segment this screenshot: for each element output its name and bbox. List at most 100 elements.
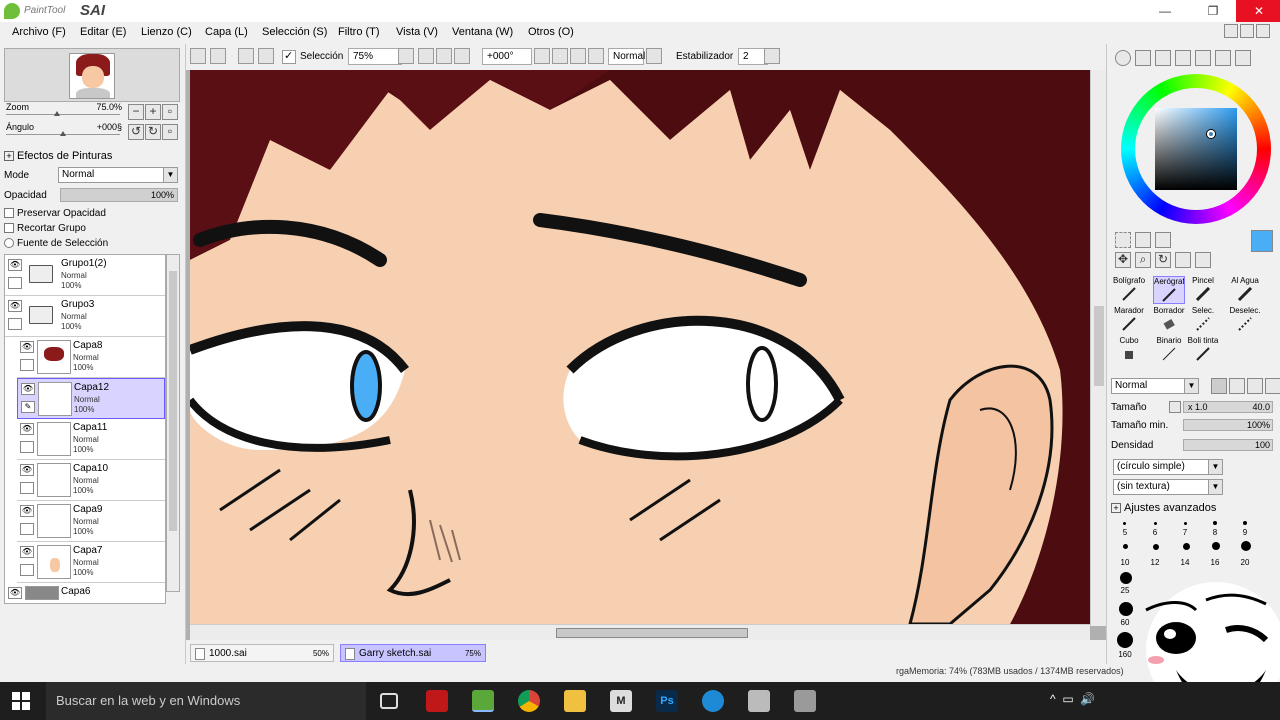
- density-slider[interactable]: 100: [1183, 439, 1273, 451]
- angle-combo[interactable]: +000°: [482, 48, 532, 65]
- rotate-left-button[interactable]: ↺: [128, 124, 144, 140]
- eyedropper-icon[interactable]: [1195, 252, 1211, 268]
- pen-icon[interactable]: ✎: [21, 401, 35, 413]
- lock-icon[interactable]: [8, 318, 22, 330]
- paint-effects-header[interactable]: + Efectos de Pinturas: [4, 150, 112, 162]
- hand-icon[interactable]: [1175, 252, 1191, 268]
- redo-icon[interactable]: [210, 48, 226, 64]
- layer-list-scrollbar[interactable]: [166, 254, 180, 592]
- layer-item[interactable]: 👁 Capa9 Normal 100%: [17, 501, 165, 542]
- brush-shape-select[interactable]: (círculo simple) ▼: [1113, 459, 1223, 475]
- photoshop-icon[interactable]: Ps: [656, 690, 678, 712]
- brush-size-preset[interactable]: 20: [1233, 558, 1257, 567]
- tool-deselect-brush[interactable]: Deselec.: [1229, 306, 1261, 334]
- lasso-icon[interactable]: [1135, 232, 1151, 248]
- m-app-icon[interactable]: M: [610, 690, 632, 712]
- undo-icon[interactable]: [190, 48, 206, 64]
- brush-texture-select[interactable]: (sin textura) ▼: [1113, 479, 1223, 495]
- invert-selection-icon[interactable]: [258, 48, 274, 64]
- layer-item[interactable]: 👁 Grupo1(2) Normal 100%: [5, 255, 165, 296]
- layer-item[interactable]: 👁 Grupo3 Normal 100%: [5, 296, 165, 337]
- tool-binary[interactable]: Binario: [1153, 336, 1185, 364]
- brush-size-slider[interactable]: x 1.0 40.0: [1183, 401, 1273, 413]
- layout-button-3[interactable]: [1256, 24, 1270, 38]
- color-wheel-mode-icon[interactable]: [1115, 50, 1131, 66]
- eye-icon[interactable]: 👁: [20, 546, 34, 558]
- brush-shape-soft-icon[interactable]: [1229, 378, 1245, 394]
- lock-icon[interactable]: [20, 523, 34, 535]
- windows-start-icon[interactable]: [12, 692, 30, 710]
- brush-size-preset[interactable]: 25: [1113, 586, 1137, 595]
- canvas-horizontal-scrollbar[interactable]: [190, 624, 1090, 640]
- swatches-icon[interactable]: [1195, 50, 1211, 66]
- painttool-sai-icon[interactable]: [472, 690, 494, 712]
- eye-icon[interactable]: 👁: [20, 423, 34, 435]
- layout-button-1[interactable]: [1224, 24, 1238, 38]
- layout-button-2[interactable]: [1240, 24, 1254, 38]
- menu-lienzo[interactable]: Lienzo (C): [141, 26, 192, 38]
- brush-size-preset[interactable]: 6: [1143, 528, 1167, 537]
- tool-watercolor[interactable]: Al Agua: [1229, 276, 1261, 304]
- rgb-slider-icon[interactable]: [1135, 50, 1151, 66]
- zoom-in-icon[interactable]: [436, 48, 452, 64]
- file-explorer-icon[interactable]: [564, 690, 586, 712]
- layer-item-selected[interactable]: 👁 ✎ Capa12 Normal 100%: [17, 378, 165, 419]
- rotate-right-button[interactable]: ↻: [145, 124, 161, 140]
- deselect-icon[interactable]: [238, 48, 254, 64]
- current-color-swatch[interactable]: [1251, 230, 1273, 252]
- zoom-out-button[interactable]: −: [128, 104, 144, 120]
- network-icon[interactable]: ▭: [1062, 692, 1073, 706]
- color-wheel[interactable]: [1121, 74, 1271, 224]
- brush-size-preset[interactable]: 10: [1113, 558, 1137, 567]
- lock-icon[interactable]: [20, 359, 34, 371]
- brush-size-preset[interactable]: 9: [1233, 528, 1257, 537]
- menu-vista[interactable]: Vista (V): [396, 26, 438, 38]
- rotate-reset-icon[interactable]: [588, 48, 604, 64]
- rotate-reset-button[interactable]: ▫: [162, 124, 178, 140]
- menu-editar[interactable]: Editar (E): [80, 26, 126, 38]
- maximize-button[interactable]: ❐: [1190, 0, 1236, 22]
- menu-seleccion[interactable]: Selección (S): [262, 26, 327, 38]
- taskbar-search-box[interactable]: Buscar en la web y en Windows: [46, 682, 366, 720]
- magic-wand-icon[interactable]: [1155, 232, 1171, 248]
- tool-brush[interactable]: Pincel: [1187, 276, 1219, 304]
- menu-capa[interactable]: Capa (L): [205, 26, 248, 38]
- brush-shape-round-icon[interactable]: [1211, 378, 1227, 394]
- layer-item[interactable]: 👁 Capa8 Normal 100%: [17, 337, 165, 378]
- rect-select-icon[interactable]: [1115, 232, 1131, 248]
- tool-ballpen[interactable]: Bolígrafo: [1113, 276, 1145, 304]
- tool-app-icon-2[interactable]: [794, 690, 816, 712]
- selection-checkbox[interactable]: ✓: [282, 50, 296, 64]
- canvas-vertical-scrollbar[interactable]: [1090, 70, 1106, 626]
- layer-mode-select[interactable]: Normal ▼: [58, 167, 178, 183]
- eye-icon[interactable]: 👁: [20, 341, 34, 353]
- zoom-combo[interactable]: 75%: [348, 48, 402, 65]
- chevron-down-icon[interactable]: [534, 48, 550, 64]
- eye-icon[interactable]: 👁: [8, 587, 22, 599]
- document-tab[interactable]: 1000.sai 50%: [190, 644, 334, 662]
- lock-icon[interactable]: [8, 277, 22, 289]
- drawing-canvas[interactable]: [190, 70, 1090, 624]
- eye-icon[interactable]: 👁: [21, 383, 35, 395]
- eye-icon[interactable]: 👁: [20, 464, 34, 476]
- zoom-slider-knob[interactable]: [54, 110, 60, 116]
- brush-size-preset[interactable]: 8: [1203, 528, 1227, 537]
- brush-size-preset[interactable]: 16: [1203, 558, 1227, 567]
- system-tray[interactable]: ^ ▭ 🔊: [1050, 692, 1140, 710]
- layer-item[interactable]: 👁 Capa11 Normal 100%: [17, 419, 165, 460]
- brush-size-preset[interactable]: 12: [1143, 558, 1167, 567]
- chevron-down-icon[interactable]: [398, 48, 414, 64]
- flip-icon[interactable]: [646, 48, 662, 64]
- layer-item[interactable]: 👁 Capa10 Normal 100%: [17, 460, 165, 501]
- brush-mode-select[interactable]: Normal ▼: [1111, 378, 1199, 394]
- angle-slider[interactable]: Ángulo +000§: [4, 122, 124, 138]
- eye-icon[interactable]: 👁: [20, 505, 34, 517]
- blend-mode-select[interactable]: Normal: [608, 48, 645, 65]
- eye-icon[interactable]: 👁: [8, 300, 22, 312]
- layer-item[interactable]: 👁 Capa6: [5, 583, 165, 603]
- zoom-reset-button[interactable]: ▫: [162, 104, 178, 120]
- advanced-settings-header[interactable]: + Ajustes avanzados: [1111, 502, 1216, 514]
- canvas-area[interactable]: [186, 70, 1106, 640]
- tool-ink-pen[interactable]: Boli tinta: [1187, 336, 1219, 364]
- menu-archivo[interactable]: Archivo (F): [12, 26, 66, 38]
